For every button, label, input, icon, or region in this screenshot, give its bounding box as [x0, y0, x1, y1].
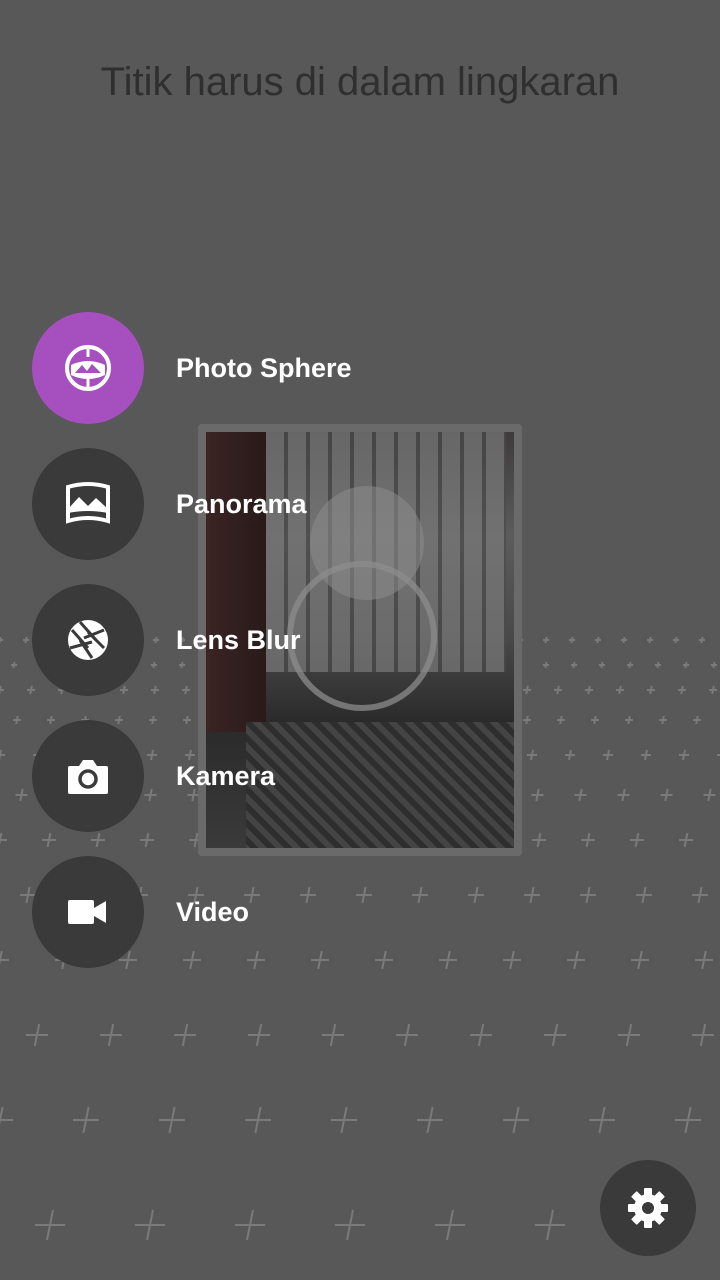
panorama-icon [66, 482, 110, 524]
video-button[interactable] [32, 856, 144, 968]
mode-label: Photo Sphere [176, 352, 352, 383]
mode-label: Kamera [176, 760, 276, 791]
settings-gear-icon [628, 1188, 668, 1228]
mode-label: Lens Blur [176, 624, 301, 655]
mode-label: Video [176, 896, 250, 927]
mode-panorama[interactable]: Panorama [32, 448, 592, 560]
camera-icon [68, 760, 108, 794]
panorama-button[interactable] [32, 448, 144, 560]
mode-lens-blur[interactable]: Lens Blur [32, 584, 592, 696]
lens-blur-button[interactable] [32, 584, 144, 696]
camera-button[interactable] [32, 720, 144, 832]
lens-blur-icon [68, 620, 108, 660]
photo-sphere-icon [65, 345, 111, 391]
settings-button[interactable] [600, 1160, 696, 1256]
photo-sphere-button[interactable] [32, 312, 144, 424]
mode-video[interactable]: Video [32, 856, 592, 968]
video-icon [68, 900, 106, 924]
mode-photo-sphere[interactable]: Photo Sphere [32, 312, 592, 424]
mode-label: Panorama [176, 488, 307, 519]
instruction-text: Titik harus di dalam lingkaran [100, 60, 620, 104]
mode-camera[interactable]: Kamera [32, 720, 592, 832]
